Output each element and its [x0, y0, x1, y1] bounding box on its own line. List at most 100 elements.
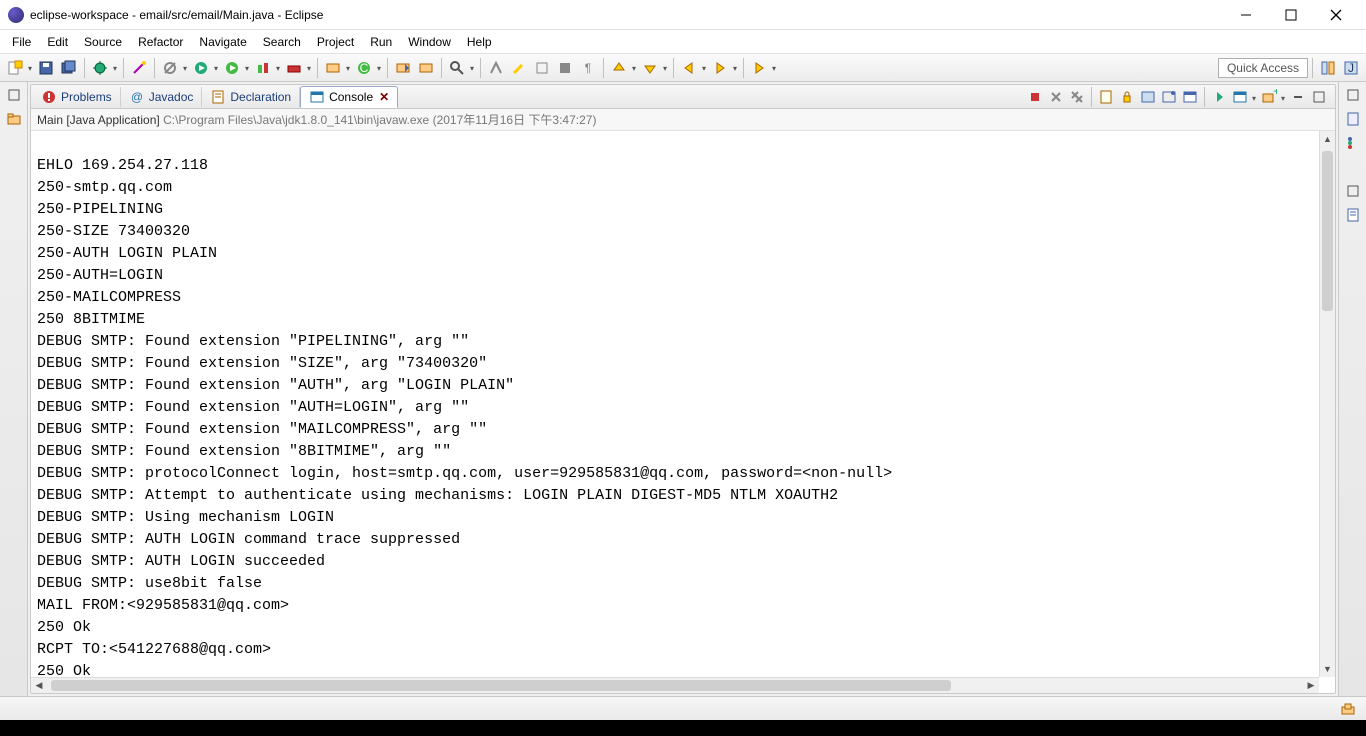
- terminate-button[interactable]: [1025, 87, 1045, 107]
- new-package-button[interactable]: ▾: [322, 57, 344, 79]
- svg-text:C: C: [360, 61, 369, 75]
- maximize-view-button[interactable]: [1309, 87, 1329, 107]
- toggle-mark-button[interactable]: [485, 57, 507, 79]
- outline-icon[interactable]: [1344, 134, 1362, 152]
- scroll-up-arrow[interactable]: ▲: [1320, 131, 1335, 147]
- svg-text:¶: ¶: [585, 61, 591, 75]
- clear-console-button[interactable]: [1096, 87, 1116, 107]
- debug-button[interactable]: ▾: [89, 57, 111, 79]
- maximize-button[interactable]: [1268, 0, 1313, 30]
- launch-description: Main [Java Application] C:\Program Files…: [31, 109, 1335, 131]
- eclipse-icon: [8, 7, 24, 23]
- last-edit-button[interactable]: ▾: [748, 57, 770, 79]
- close-tab-icon[interactable]: ✕: [379, 90, 389, 104]
- vscroll-thumb[interactable]: [1322, 151, 1333, 311]
- javadoc-icon: @: [129, 89, 145, 105]
- right-trim-stack: [1338, 82, 1366, 696]
- restore-view-button[interactable]: [5, 86, 23, 104]
- console-tab[interactable]: Console ✕: [300, 86, 398, 108]
- menu-refactor[interactable]: Refactor: [130, 32, 191, 52]
- menu-edit[interactable]: Edit: [39, 32, 76, 52]
- new-console-button[interactable]: +▾: [1259, 87, 1279, 107]
- minimize-button[interactable]: [1223, 0, 1268, 30]
- annotate-button[interactable]: [508, 57, 530, 79]
- menu-project[interactable]: Project: [309, 32, 362, 52]
- menu-source[interactable]: Source: [76, 32, 130, 52]
- outline-view-icon[interactable]: [1344, 206, 1362, 224]
- menu-file[interactable]: File: [4, 32, 39, 52]
- menu-search[interactable]: Search: [255, 32, 309, 52]
- prev-annotation-button[interactable]: ▾: [639, 57, 661, 79]
- minimize-view-button[interactable]: [1288, 87, 1308, 107]
- task-list-icon[interactable]: [1344, 110, 1362, 128]
- display-console-button[interactable]: [1180, 87, 1200, 107]
- console-toolbar: ▾ +▾: [1025, 87, 1333, 107]
- wand-button[interactable]: [128, 57, 150, 79]
- show-whitespace-button[interactable]: ¶: [577, 57, 599, 79]
- scroll-lock-button[interactable]: [1117, 87, 1137, 107]
- block-select-button[interactable]: [554, 57, 576, 79]
- menu-window[interactable]: Window: [400, 32, 459, 52]
- declaration-tab[interactable]: Declaration: [202, 87, 300, 107]
- scroll-left-arrow[interactable]: ◀: [31, 678, 47, 693]
- workbench-body: Problems @ Javadoc Declaration Console ✕: [0, 82, 1366, 696]
- separator: [1312, 58, 1313, 78]
- close-button[interactable]: [1313, 0, 1358, 30]
- new-button[interactable]: ▾: [4, 57, 26, 79]
- java-perspective-button[interactable]: J: [1340, 57, 1362, 79]
- menu-run[interactable]: Run: [362, 32, 400, 52]
- hscroll-thumb[interactable]: [51, 680, 951, 691]
- word-wrap-button[interactable]: [1138, 87, 1158, 107]
- scroll-down-arrow[interactable]: ▼: [1320, 661, 1335, 677]
- open-console-button[interactable]: ▾: [1230, 87, 1250, 107]
- remove-launch-button[interactable]: [1046, 87, 1066, 107]
- open-perspective-button[interactable]: [1317, 57, 1339, 79]
- open-type-button[interactable]: [392, 57, 414, 79]
- debug-run-button[interactable]: ▾: [190, 57, 212, 79]
- remove-all-button[interactable]: [1067, 87, 1087, 107]
- new-class-button[interactable]: C▾: [353, 57, 375, 79]
- coverage-button[interactable]: ▾: [252, 57, 274, 79]
- declaration-icon: [210, 89, 226, 105]
- external-tools-button[interactable]: ▾: [283, 57, 305, 79]
- scroll-right-arrow[interactable]: ▶: [1303, 678, 1319, 693]
- tab-label: Console: [329, 90, 373, 104]
- console-output[interactable]: EHLO 169.254.27.118 250-smtp.qq.com 250-…: [31, 131, 1319, 677]
- search-button[interactable]: ▾: [446, 57, 468, 79]
- javadoc-tab[interactable]: @ Javadoc: [121, 87, 203, 107]
- separator: [603, 58, 604, 78]
- back-button[interactable]: ▾: [678, 57, 700, 79]
- menu-help[interactable]: Help: [459, 32, 500, 52]
- forward-button[interactable]: ▾: [709, 57, 731, 79]
- pin-console-button[interactable]: [1159, 87, 1179, 107]
- separator: [154, 58, 155, 78]
- restore-right-button-2[interactable]: [1344, 182, 1362, 200]
- separator: [441, 58, 442, 78]
- run-button[interactable]: ▾: [221, 57, 243, 79]
- center-area: Problems @ Javadoc Declaration Console ✕: [30, 84, 1336, 694]
- separator: [84, 58, 85, 78]
- taskbar-strip: [0, 720, 1366, 736]
- menu-navigate[interactable]: Navigate: [191, 32, 254, 52]
- separator: [317, 58, 318, 78]
- launch-timestamp: (2017年11月16日 下午3:47:27): [433, 113, 597, 127]
- tab-label: Problems: [61, 90, 112, 104]
- status-build-icon[interactable]: [1340, 701, 1356, 717]
- separator: [123, 58, 124, 78]
- skip-breakpoints-button[interactable]: ▾: [159, 57, 181, 79]
- format-button[interactable]: [531, 57, 553, 79]
- save-all-button[interactable]: [58, 57, 80, 79]
- problems-tab[interactable]: Problems: [33, 87, 121, 107]
- show-standard-out-button[interactable]: [1209, 87, 1229, 107]
- statusbar: [0, 696, 1366, 720]
- package-explorer-icon[interactable]: [5, 110, 23, 128]
- quick-access-input[interactable]: Quick Access: [1218, 58, 1308, 78]
- save-button[interactable]: [35, 57, 57, 79]
- vertical-scrollbar[interactable]: ▲ ▼: [1319, 131, 1335, 677]
- next-annotation-button[interactable]: ▾: [608, 57, 630, 79]
- restore-right-button[interactable]: [1344, 86, 1362, 104]
- horizontal-scrollbar[interactable]: ◀ ▶: [31, 677, 1319, 693]
- separator: [673, 58, 674, 78]
- open-task-button[interactable]: [415, 57, 437, 79]
- separator: [743, 58, 744, 78]
